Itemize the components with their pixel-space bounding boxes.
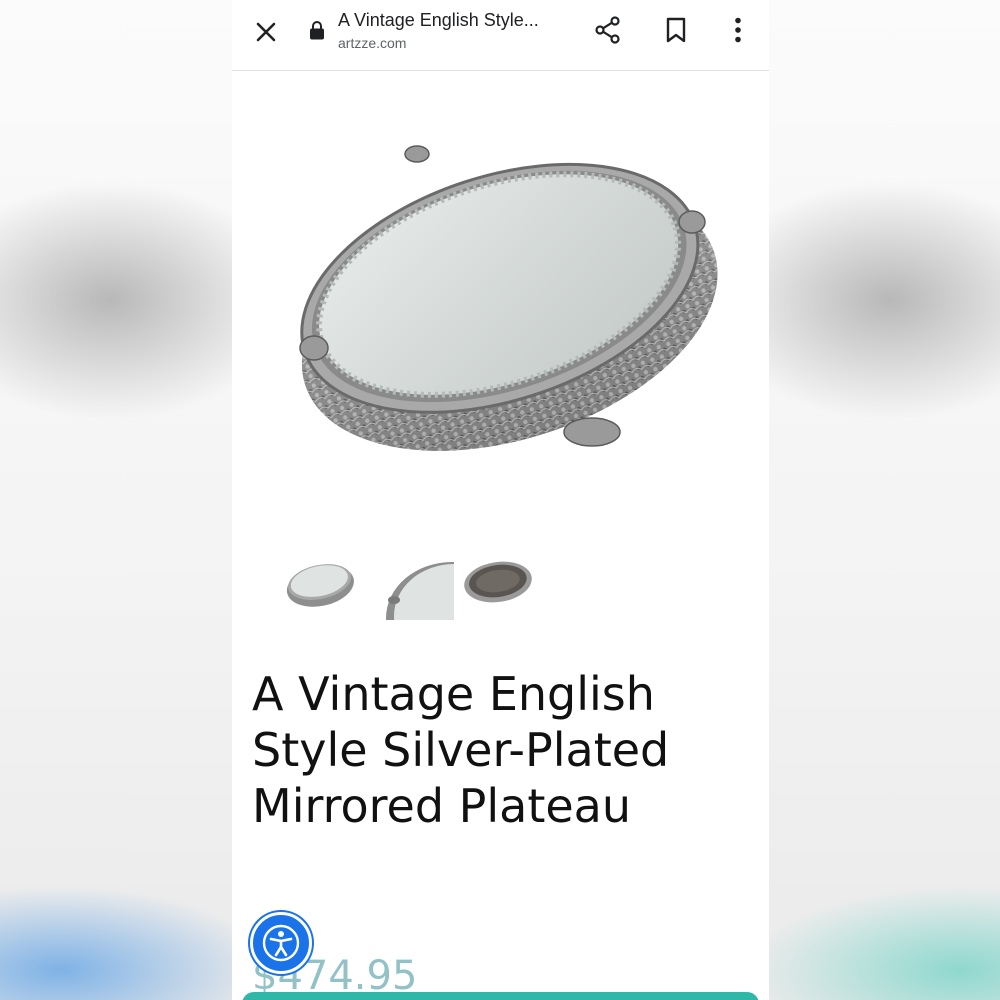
add-to-cart-bar[interactable]	[242, 992, 759, 1000]
title-block[interactable]: A Vintage English Style... artzze.com	[338, 8, 578, 52]
thumbnail-1[interactable]	[282, 556, 354, 620]
bookmark-button[interactable]	[656, 10, 696, 50]
share-button[interactable]	[588, 10, 628, 50]
product-title: A Vintage English Style Silver-Plated Mi…	[252, 667, 670, 833]
page-title: A Vintage English Style...	[338, 10, 539, 30]
bookmark-icon	[666, 17, 686, 43]
close-icon	[256, 22, 276, 42]
thumbnail-1-image	[286, 564, 354, 607]
product-main-image[interactable]	[262, 120, 742, 470]
thumbnail-3-image	[464, 561, 532, 603]
close-button[interactable]	[246, 12, 286, 52]
accessibility-button[interactable]	[250, 912, 312, 974]
page-url: artzze.com	[338, 35, 407, 51]
thumbnail-3[interactable]	[462, 556, 534, 620]
lock-icon	[310, 21, 324, 40]
share-icon	[595, 16, 620, 44]
accessibility-icon	[262, 924, 300, 962]
more-options-button[interactable]	[718, 10, 758, 50]
thumbnail-2-image	[386, 562, 454, 620]
more-vert-icon	[735, 17, 741, 43]
thumbnail-2[interactable]	[382, 556, 454, 620]
phone-screen: A Vintage English Style... artzze.com A …	[232, 0, 769, 1000]
custom-tab-toolbar: A Vintage English Style... artzze.com	[232, 0, 769, 71]
